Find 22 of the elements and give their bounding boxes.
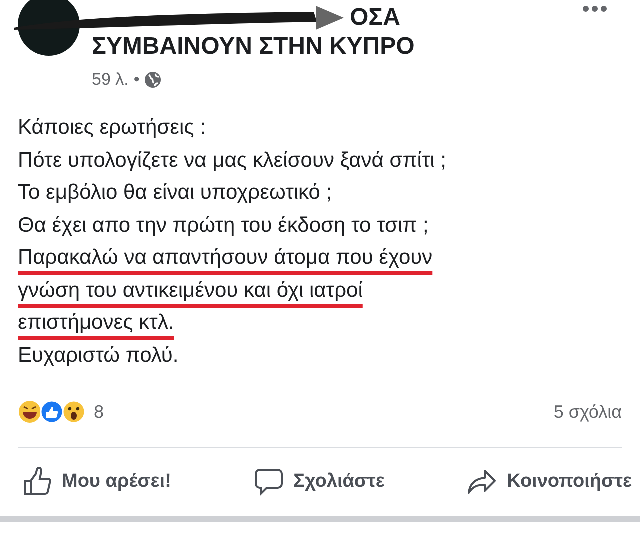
post-time[interactable]: 59 λ. <box>92 70 129 90</box>
comment-button[interactable]: Σχολιάστε <box>254 467 385 497</box>
post-text-line: Πότε υπολογίζετε να μας κλείσουν ξανά σπίτι ; <box>18 148 446 174</box>
share-arrow-icon <box>467 467 498 497</box>
separator: • <box>134 70 140 90</box>
post-text-line: Θα έχει απο την πρώτη του έκδοση το τσιπ ; <box>18 212 429 238</box>
speech-bubble-icon <box>254 467 284 497</box>
post-text-line: επιστήμονες κτλ. <box>18 310 174 336</box>
more-options-icon[interactable] <box>582 4 608 14</box>
group-name[interactable]: ΟΣΑ <box>350 4 400 32</box>
post-text-line: Ευχαριστώ πολύ. <box>18 342 179 368</box>
post-text-line: Παρακαλώ να απαντήσουν άτομα που έχουν <box>18 245 433 271</box>
like-button[interactable]: Μου αρέσει! <box>22 467 172 497</box>
post-text-line: γνώση του αντικειμένου και όχι ιατροί <box>18 278 363 304</box>
globe-icon <box>144 72 161 88</box>
group-name[interactable]: ΣΥΜΒΑΙΝΟΥΝ ΣΤΗΝ ΚΥΠΡΟ <box>92 32 415 62</box>
share-button[interactable]: Κοινοποιήστε <box>467 467 632 497</box>
post-text-line: Κάποιες ερωτήσεις : <box>18 115 206 141</box>
comment-count[interactable]: 5 σχόλια <box>554 402 622 422</box>
thumbs-up-icon <box>22 467 52 497</box>
reaction-count[interactable]: 8 <box>94 402 104 422</box>
post-text-line: Το εμβόλιο θα είναι υποχρεωτικό ; <box>18 180 332 206</box>
